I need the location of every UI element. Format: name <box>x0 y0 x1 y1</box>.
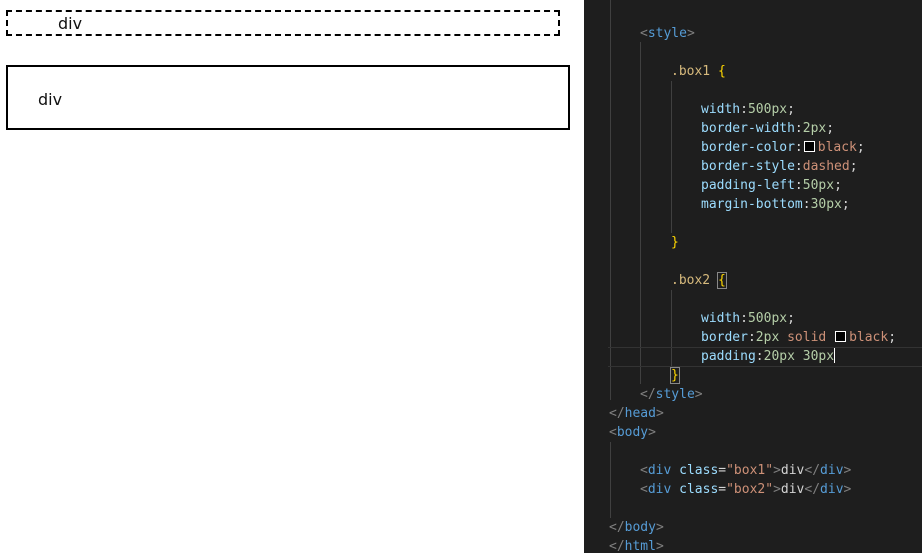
box2-text: div <box>38 90 63 109</box>
indent-guide <box>640 42 641 384</box>
code-token: div <box>780 463 805 478</box>
code-token: 20px 30px <box>763 349 835 364</box>
code-token: width <box>701 102 741 117</box>
code-token: 2px <box>802 121 827 136</box>
code-token: div <box>647 463 672 478</box>
indent-guide <box>610 0 611 400</box>
code-line: <div class="box1">div</div> <box>640 463 852 478</box>
box1-text: div <box>58 14 83 33</box>
code-token: "box2" <box>726 482 774 497</box>
code-token: html <box>624 539 656 553</box>
box1-element: div <box>6 10 560 36</box>
code-line: } <box>671 235 679 250</box>
code-token: 500px <box>747 102 788 117</box>
code-token: .box1 <box>671 64 711 79</box>
code-line: </head> <box>609 406 664 421</box>
code-token: 500px <box>747 311 788 326</box>
code-line: <div class="box2">div</div> <box>640 482 852 497</box>
code-token: class <box>679 463 719 478</box>
code-token: div <box>780 482 805 497</box>
code-line: border-width:2px; <box>701 121 835 136</box>
code-line: </style> <box>640 387 703 402</box>
code-token: head <box>624 406 656 421</box>
code-line: </html> <box>609 539 664 553</box>
code-token: padding-left <box>701 178 795 193</box>
code-token: padding <box>701 349 756 364</box>
code-line: padding-left:50px; <box>701 178 842 193</box>
code-line: border-style:dashed; <box>701 159 858 174</box>
code-token: 50px <box>802 178 835 193</box>
code-line: border-color: black; <box>701 140 865 155</box>
code-token: div <box>647 482 672 497</box>
code-token: style <box>647 26 687 41</box>
code-token: margin-bottom <box>701 197 803 212</box>
code-token: "box1" <box>726 463 774 478</box>
code-token: black <box>817 140 857 155</box>
code-token: border-width <box>701 121 795 136</box>
code-token: solid <box>787 330 827 345</box>
code-token: class <box>679 482 719 497</box>
code-line: } <box>670 367 680 384</box>
code-line: .box1 { <box>671 64 726 79</box>
text-cursor <box>834 348 836 363</box>
code-token: width <box>701 311 741 326</box>
code-token: dashed <box>802 159 850 174</box>
color-swatch-icon[interactable] <box>835 331 847 342</box>
indent-guide <box>610 442 611 518</box>
code-token: div <box>820 463 844 478</box>
box2-element: div <box>6 65 570 130</box>
code-token: 2px <box>755 330 780 345</box>
code-line: </body> <box>609 520 664 535</box>
code-line: width:500px; <box>701 311 795 326</box>
code-token: border-color <box>701 140 795 155</box>
code-editor[interactable]: <style> .box1 { width:500px; border-widt… <box>584 0 922 553</box>
code-line: .box2 { <box>671 272 727 289</box>
color-swatch-icon[interactable] <box>803 141 815 152</box>
code-token: body <box>624 520 656 535</box>
code-token: style <box>655 387 695 402</box>
code-token: div <box>820 482 844 497</box>
code-token: .box2 <box>671 273 711 288</box>
code-token: body <box>616 425 649 440</box>
code-token: border <box>701 330 748 345</box>
code-line: padding:20px 30px <box>701 348 836 364</box>
code-line: width:500px; <box>701 102 795 117</box>
code-line: border:2px solid black; <box>701 330 897 345</box>
code-line: margin-bottom:30px; <box>701 197 850 212</box>
code-token: 30px <box>810 197 842 212</box>
code-line: <body> <box>609 425 656 440</box>
code-token: border-style <box>701 159 795 174</box>
indent-guide <box>671 81 672 233</box>
browser-preview: div div <box>0 0 584 553</box>
code-line: <style> <box>640 26 695 41</box>
code-token: black <box>849 330 889 345</box>
